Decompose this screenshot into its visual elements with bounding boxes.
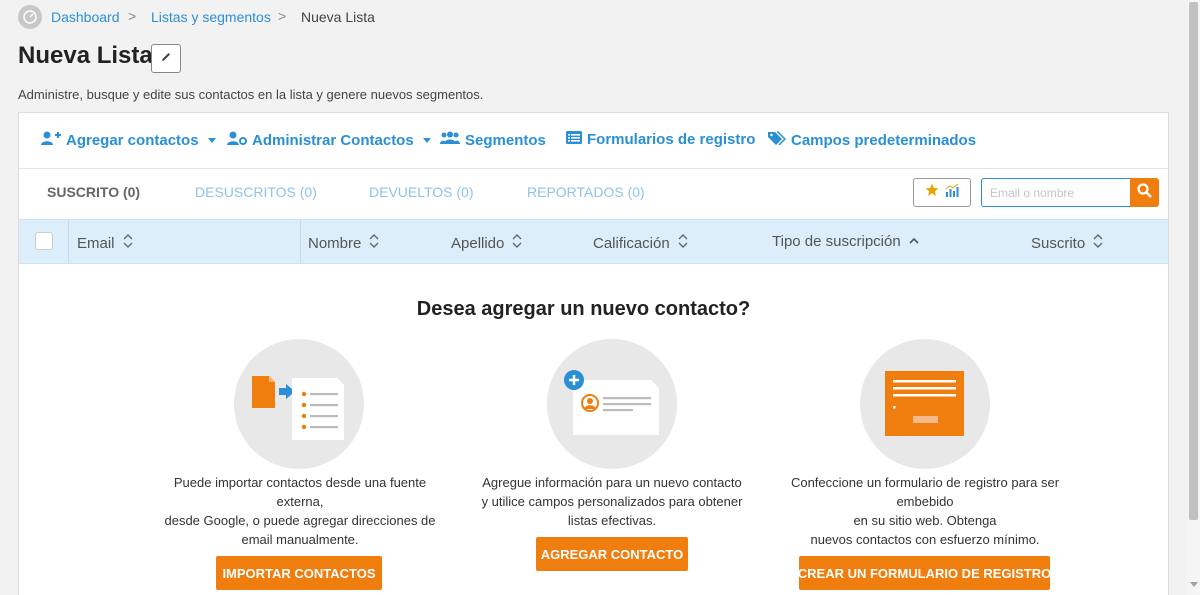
breadcrumb-dashboard[interactable]: Dashboard: [51, 9, 120, 25]
registration-form-illustration: [860, 339, 990, 469]
import-illustration: [234, 339, 364, 469]
tab-bounced[interactable]: DEVUELTOS (0): [369, 184, 474, 200]
sort-icon: [678, 233, 688, 253]
tab-unsubscribed[interactable]: DESUSCRITOS (0): [195, 184, 317, 200]
edit-title-button[interactable]: [151, 44, 181, 73]
search-button[interactable]: [1130, 178, 1159, 207]
column-nombre-label: Nombre: [308, 234, 362, 252]
segments-label: Segmentos: [465, 131, 546, 149]
chart-icon: [945, 183, 959, 202]
manage-contacts-label: Administrar Contactos: [252, 131, 414, 149]
chevron-down-icon: [207, 137, 216, 143]
column-divider: [68, 220, 69, 263]
add-contact-illustration: [547, 339, 677, 469]
add-contacts-label: Agregar contactos: [66, 131, 199, 149]
form-icon: [885, 371, 964, 436]
registration-forms-link[interactable]: Formularios de registro: [566, 131, 755, 148]
column-tipo-suscripcion-label: Tipo de suscripción: [772, 233, 901, 250]
breadcrumb-separator: >: [128, 8, 137, 24]
search-icon: [1137, 182, 1152, 203]
column-email[interactable]: Email: [77, 233, 133, 253]
divider: [19, 168, 1168, 169]
import-description: Puede importar contactos desde una fuent…: [164, 475, 436, 547]
home-icon[interactable]: [18, 5, 42, 29]
column-calificacion-label: Calificación: [593, 234, 670, 252]
star-icon: [925, 183, 939, 202]
column-suscrito-label: Suscrito: [1031, 234, 1086, 252]
column-nombre[interactable]: Nombre: [308, 233, 379, 253]
tab-reported[interactable]: REPORTADOS (0): [527, 184, 645, 200]
scroll-down-icon[interactable]: [1190, 582, 1198, 587]
scrollbar-thumb[interactable]: [1189, 2, 1198, 520]
sort-icon: [123, 233, 133, 253]
create-registration-form-button[interactable]: CREAR UN FORMULARIO DE REGISTRO: [798, 556, 1051, 590]
manage-contacts-menu[interactable]: Administrar Contactos: [227, 131, 431, 149]
chevron-down-icon: [422, 137, 431, 143]
sort-icon: [1093, 233, 1103, 253]
breadcrumb-separator: >: [278, 8, 287, 24]
favorites-filter-button[interactable]: [913, 178, 971, 207]
page-subtitle: Administre, busque y edite sus contactos…: [18, 87, 484, 102]
user-plus-icon: [41, 131, 61, 149]
add-contact-button[interactable]: AGREGAR CONTACTO: [536, 537, 688, 571]
import-icon: [252, 376, 344, 440]
column-apellido[interactable]: Apellido: [451, 233, 522, 253]
import-contacts-button[interactable]: IMPORTAR CONTACTOS: [216, 556, 382, 590]
column-suscrito[interactable]: Suscrito: [1031, 233, 1103, 253]
column-divider: [300, 220, 301, 263]
default-fields-label: Campos predeterminados: [791, 131, 977, 149]
add-contacts-menu[interactable]: Agregar contactos: [41, 131, 216, 149]
tab-subscribed[interactable]: SUSCRITO (0): [47, 184, 140, 200]
page-title: Nueva Lista: [18, 42, 153, 69]
column-calificacion[interactable]: Calificación: [593, 233, 688, 253]
default-fields-link[interactable]: Campos predeterminados: [768, 131, 976, 149]
user-gear-icon: [227, 131, 247, 149]
column-tipo-suscripcion[interactable]: Tipo de suscripción: [772, 233, 919, 250]
select-all-checkbox[interactable]: [35, 232, 53, 250]
sort-ascending-icon: [909, 233, 919, 250]
empty-state-title: Desea agregar un nuevo contacto?: [416, 298, 751, 320]
list-form-icon: [566, 131, 582, 148]
pencil-icon: [160, 50, 172, 68]
registration-form-description: Confeccione un formulario de registro pa…: [790, 475, 1060, 547]
breadcrumb-listas[interactable]: Listas y segmentos: [151, 9, 271, 25]
sort-icon: [512, 233, 522, 253]
add-contact-description: Agregue información para un nuevo contac…: [481, 475, 743, 528]
search-input[interactable]: [981, 178, 1131, 207]
users-icon: [440, 131, 460, 149]
segments-link[interactable]: Segmentos: [440, 131, 546, 149]
registration-forms-label: Formularios de registro: [587, 131, 756, 148]
contact-card-icon: [564, 370, 659, 435]
column-email-label: Email: [77, 234, 115, 252]
tags-icon: [768, 131, 787, 149]
column-apellido-label: Apellido: [451, 234, 505, 252]
sort-icon: [369, 233, 379, 253]
breadcrumb-current: Nueva Lista: [301, 9, 375, 25]
